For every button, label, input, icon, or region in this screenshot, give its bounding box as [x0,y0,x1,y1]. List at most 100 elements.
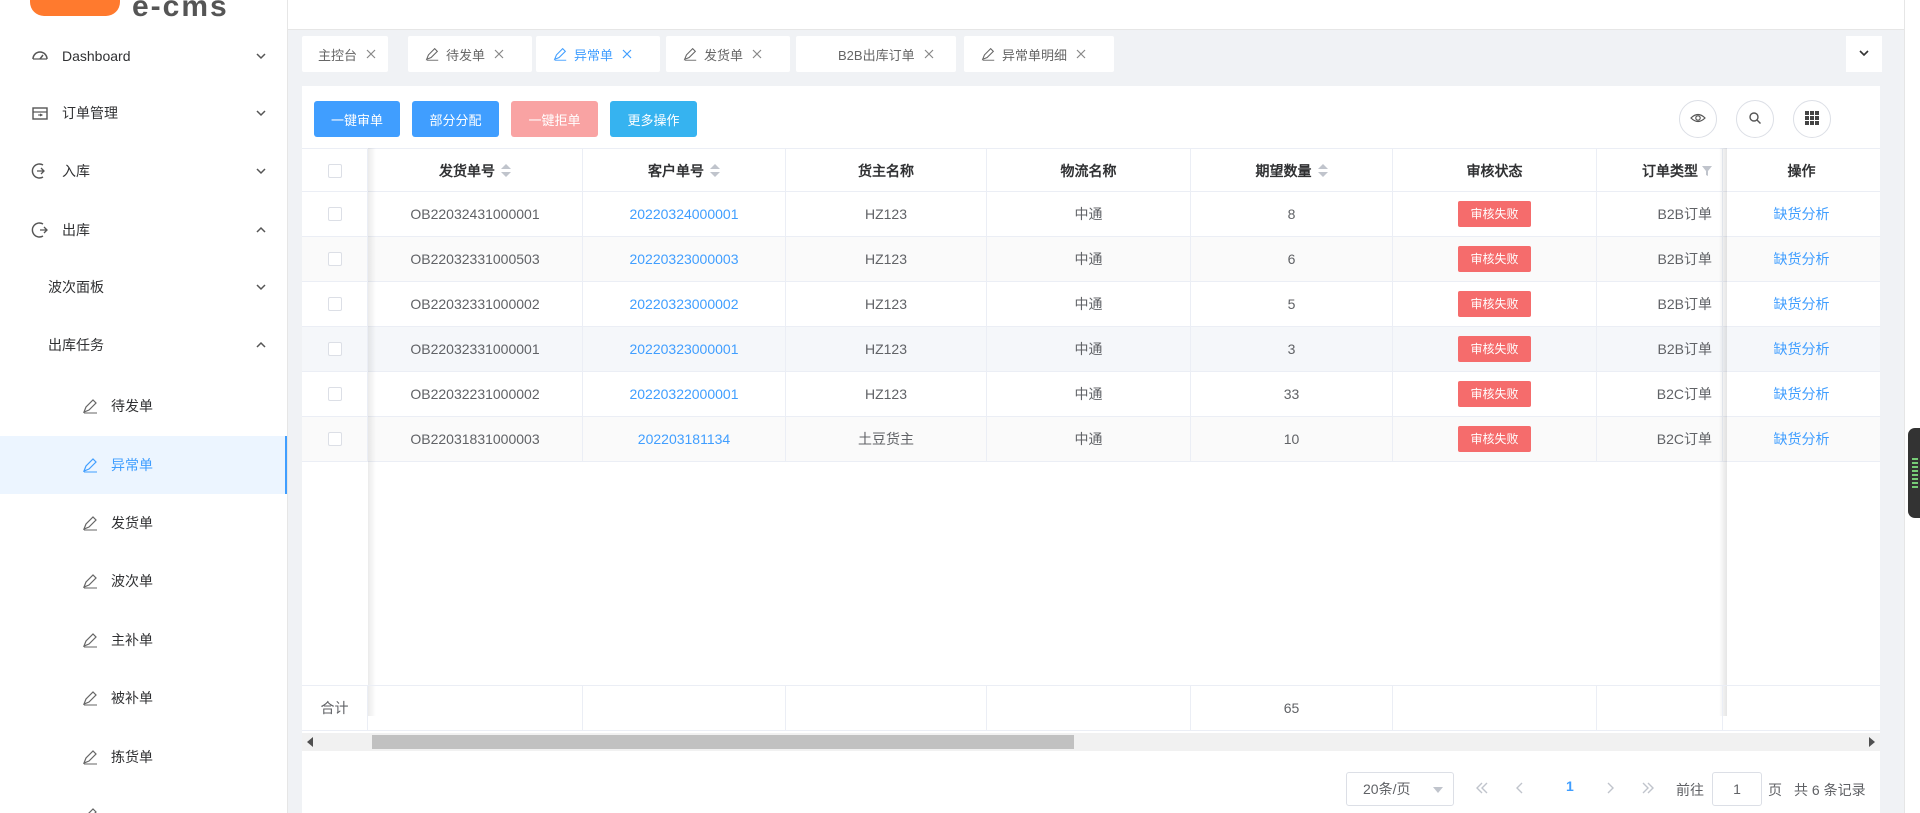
order-type-cell: B2B订单 [1597,282,1723,326]
customer-order-link[interactable]: 202203181134 [583,417,786,461]
sort-icon[interactable] [710,163,720,179]
customer-order-link[interactable]: 20220323000002 [583,282,786,326]
sidebar-item-wave[interactable]: 波次单 [0,552,287,610]
row-checkbox[interactable] [327,432,342,446]
page-size-value: 20条/页 [1363,781,1411,797]
edit-icon [80,805,100,813]
tab-label: 发货单 [704,47,744,63]
sidebar-item-label: 波次面板 [48,279,104,295]
customer-order-link[interactable]: 20220322000001 [583,372,786,416]
sidebar-item-picking[interactable]: 拣货单 [0,728,287,786]
column-header-qty[interactable]: 期望数量 [1191,149,1393,192]
sidebar-item-label: 出库任务 [48,337,104,353]
scroll-left-arrow[interactable] [307,737,313,747]
close-icon[interactable] [365,48,377,60]
tabs-more-button[interactable] [1846,36,1882,72]
customer-order-link[interactable]: 20220323000001 [583,327,786,371]
summary-label: 合计 [302,686,368,730]
row-checkbox[interactable] [327,387,342,401]
content-panel: 一键审单 部分分配 一键拒单 更多操作 发货单号 客户单号 货主名称 物流名称 … [302,86,1880,813]
prev-page-button[interactable] [1510,778,1530,798]
table-row: OB22032431000001 20220324000001 HZ123 中通 8 审核… [302,192,1880,237]
shortage-analysis-link[interactable]: 缺货分析 [1723,417,1880,461]
last-page-button[interactable] [1638,778,1658,798]
sidebar-item-main-replenish[interactable]: 主补单 [0,611,287,669]
select-all-cell [302,149,368,192]
sidebar-item-replenished[interactable]: 被补单 [0,669,287,727]
shortage-analysis-link[interactable]: 缺货分析 [1723,372,1880,416]
customer-order-link[interactable]: 20220323000003 [583,237,786,281]
tab-exception-detail[interactable]: 异常单明细 [964,36,1114,72]
row-checkbox[interactable] [327,342,342,356]
column-header-ship-no[interactable]: 发货单号 [368,149,583,192]
tab-dashboard[interactable]: 主控台 [302,36,388,72]
sidebar-item-shipping[interactable]: 发货单 [0,494,287,552]
status-cell: 审核失败 [1393,327,1597,371]
tab-b2b-outbound[interactable]: B2B出库订单 [796,36,956,72]
sidebar-item-pending[interactable]: 待发单 [0,377,287,435]
partial-allocate-button[interactable]: 部分分配 [412,101,499,137]
shortage-analysis-link[interactable]: 缺货分析 [1723,237,1880,281]
close-icon[interactable] [621,48,633,60]
horizontal-scrollbar[interactable] [302,733,1880,751]
sidebar-item-orders[interactable]: 订单管理 [0,84,287,142]
edit-icon [80,455,100,475]
close-icon[interactable] [751,48,763,60]
row-checkbox[interactable] [327,207,342,221]
floating-widget-handle[interactable] [1908,428,1920,518]
goto-prefix: 前往 [1676,782,1704,798]
shortage-analysis-link[interactable]: 缺货分析 [1723,282,1880,326]
toggle-columns-button[interactable] [1679,100,1717,138]
column-header-cust-no[interactable]: 客户单号 [583,149,786,192]
edit-icon [80,688,100,708]
close-icon[interactable] [1075,48,1087,60]
sort-icon[interactable] [1317,163,1328,179]
first-page-button[interactable] [1472,778,1492,798]
widget-bar [1912,482,1918,484]
column-label: 物流名称 [1060,162,1117,179]
status-cell: 审核失败 [1393,282,1597,326]
one-click-reject-button[interactable]: 一键拒单 [511,101,598,137]
next-page-button[interactable] [1600,778,1620,798]
order-type-cell: B2B订单 [1597,237,1723,281]
widget-bar [1912,478,1918,480]
column-header-type[interactable]: 订单类型 [1597,149,1723,192]
search-toggle-button[interactable] [1736,100,1774,138]
tab-exception[interactable]: 异常单 [536,36,660,72]
row-checkbox[interactable] [327,252,342,266]
sidebar-item-wave-panel[interactable]: 波次面板 [0,258,287,316]
sidebar-item-outbound-tasks[interactable]: 出库任务 [0,316,287,374]
close-icon[interactable] [493,48,505,60]
scrollbar-thumb[interactable] [372,735,1074,749]
page-number-current[interactable]: 1 [1566,778,1574,794]
column-label: 货主名称 [858,162,914,179]
sidebar-item-exception[interactable]: 异常单 [0,436,287,494]
sidebar-item-outbound[interactable]: 出库 [0,201,287,259]
order-type-cell: B2B订单 [1597,192,1723,236]
summary-cell [583,686,786,730]
select-all-checkbox[interactable] [327,163,342,178]
summary-qty: 65 [1191,686,1393,730]
pagination: 20条/页 1 前往 页 共 6 条记录 [302,766,1880,806]
shortage-analysis-link[interactable]: 缺货分析 [1723,192,1880,236]
shortage-analysis-link[interactable]: 缺货分析 [1723,327,1880,371]
tab-pending[interactable]: 待发单 [408,36,532,72]
more-actions-button[interactable]: 更多操作 [610,101,697,137]
column-settings-button[interactable] [1793,100,1831,138]
page-size-select[interactable]: 20条/页 [1346,772,1454,806]
sidebar-item-label: 拣货单 [111,749,153,765]
one-click-audit-button[interactable]: 一键审单 [314,101,400,137]
ship-no-cell: OB22031831000003 [368,417,583,461]
goto-page-input[interactable] [1712,772,1762,806]
sidebar-item-partial[interactable] [0,786,287,813]
customer-order-link[interactable]: 20220324000001 [583,192,786,236]
ship-no-cell: OB22032331000002 [368,282,583,326]
filter-icon[interactable] [1702,163,1712,179]
sidebar-item-dashboard[interactable]: Dashboard [0,27,287,85]
close-icon[interactable] [923,48,935,60]
scroll-right-arrow[interactable] [1869,737,1875,747]
sidebar-item-inbound[interactable]: 入库 [0,142,287,200]
row-checkbox[interactable] [327,297,342,311]
tab-shipping[interactable]: 发货单 [666,36,790,72]
sort-icon[interactable] [501,163,511,179]
